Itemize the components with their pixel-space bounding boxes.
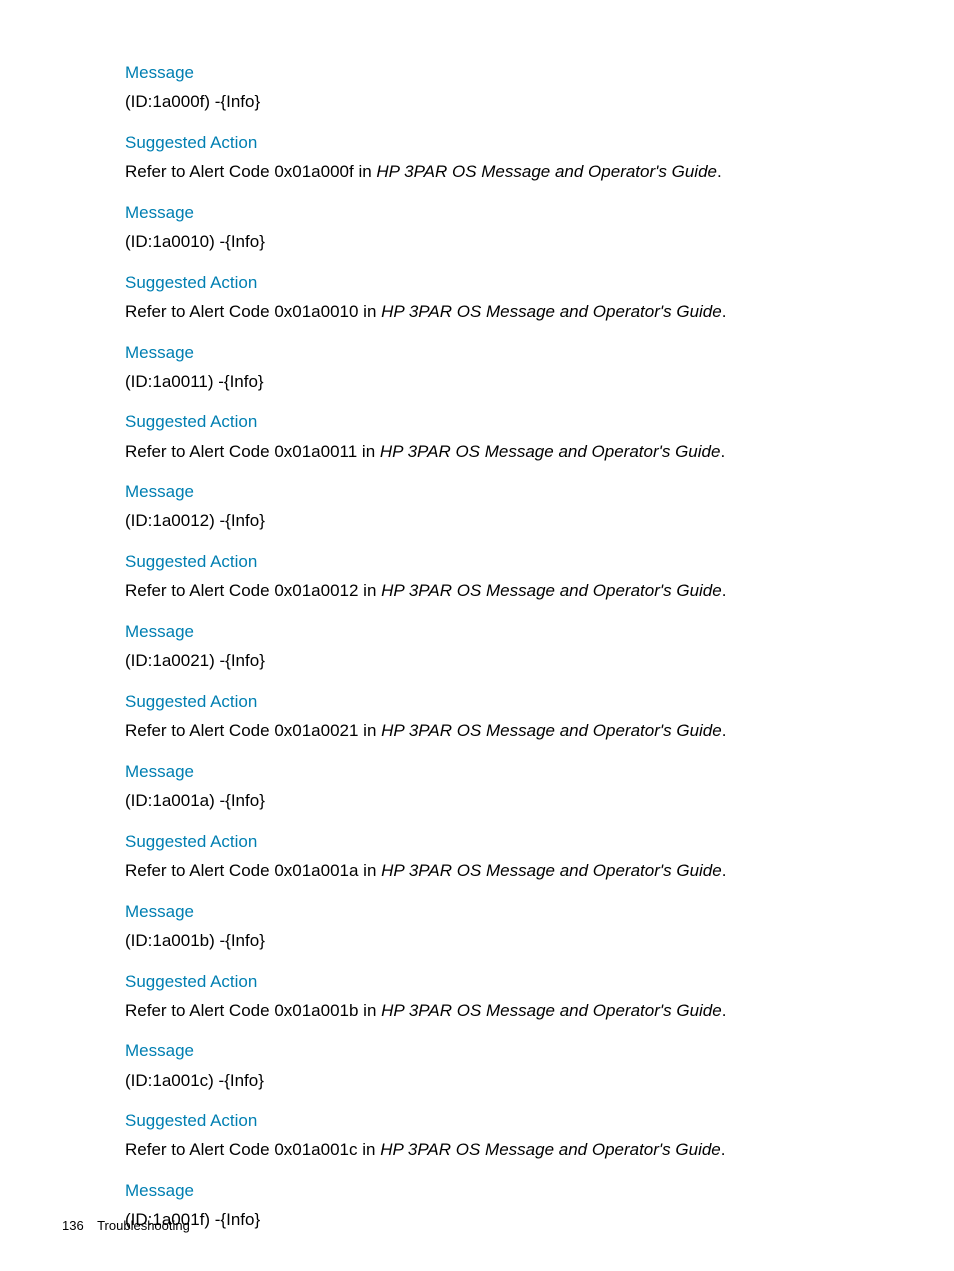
- guide-title: HP 3PAR OS Message and Operator's Guide: [380, 442, 721, 461]
- refer-prefix: Refer to Alert Code: [125, 581, 274, 600]
- refer-mid: in: [358, 302, 381, 321]
- message-body: (ID:1a000f) -{Info}: [125, 90, 894, 114]
- message-body: (ID:1a001b) -{Info}: [125, 929, 894, 953]
- guide-title: HP 3PAR OS Message and Operator's Guide: [381, 721, 722, 740]
- suggested-action-heading: Suggested Action: [125, 272, 894, 294]
- guide-title: HP 3PAR OS Message and Operator's Guide: [376, 162, 717, 181]
- message-body: (ID:1a001a) -{Info}: [125, 789, 894, 813]
- refer-prefix: Refer to Alert Code: [125, 1001, 274, 1020]
- message-heading: Message: [125, 901, 894, 923]
- alert-code: 0x01a001b: [274, 1001, 358, 1020]
- message-body: (ID:1a001c) -{Info}: [125, 1069, 894, 1093]
- suggested-action-heading: Suggested Action: [125, 551, 894, 573]
- message-body: (ID:1a0011) -{Info}: [125, 370, 894, 394]
- alert-code: 0x01a001a: [274, 861, 358, 880]
- message-body: (ID:1a001f) -{Info}: [125, 1208, 894, 1232]
- message-body: (ID:1a0012) -{Info}: [125, 509, 894, 533]
- guide-title: HP 3PAR OS Message and Operator's Guide: [381, 302, 722, 321]
- suggested-action-body: Refer to Alert Code 0x01a0010 in HP 3PAR…: [125, 300, 894, 324]
- page-number: 136: [62, 1218, 84, 1233]
- refer-mid: in: [357, 442, 380, 461]
- suggested-action-body: Refer to Alert Code 0x01a0012 in HP 3PAR…: [125, 579, 894, 603]
- refer-mid: in: [358, 1001, 381, 1020]
- refer-prefix: Refer to Alert Code: [125, 1140, 274, 1159]
- period: .: [722, 721, 727, 740]
- message-heading: Message: [125, 621, 894, 643]
- refer-prefix: Refer to Alert Code: [125, 721, 274, 740]
- refer-mid: in: [358, 581, 381, 600]
- suggested-action-body: Refer to Alert Code 0x01a000f in HP 3PAR…: [125, 160, 894, 184]
- period: .: [717, 162, 722, 181]
- refer-mid: in: [358, 861, 381, 880]
- section-title: Troubleshooting: [97, 1218, 190, 1233]
- guide-title: HP 3PAR OS Message and Operator's Guide: [380, 1140, 721, 1159]
- suggested-action-heading: Suggested Action: [125, 1110, 894, 1132]
- suggested-action-heading: Suggested Action: [125, 971, 894, 993]
- alert-code: 0x01a0021: [274, 721, 358, 740]
- suggested-action-heading: Suggested Action: [125, 411, 894, 433]
- refer-prefix: Refer to Alert Code: [125, 861, 274, 880]
- alert-code: 0x01a000f: [274, 162, 353, 181]
- document-page: Message (ID:1a000f) -{Info} Suggested Acti…: [0, 0, 954, 1232]
- suggested-action-heading: Suggested Action: [125, 831, 894, 853]
- guide-title: HP 3PAR OS Message and Operator's Guide: [381, 861, 722, 880]
- period: .: [722, 581, 727, 600]
- message-heading: Message: [125, 62, 894, 84]
- message-body: (ID:1a0010) -{Info}: [125, 230, 894, 254]
- refer-prefix: Refer to Alert Code: [125, 442, 274, 461]
- message-heading: Message: [125, 342, 894, 364]
- suggested-action-body: Refer to Alert Code 0x01a001c in HP 3PAR…: [125, 1138, 894, 1162]
- suggested-action-heading: Suggested Action: [125, 132, 894, 154]
- refer-mid: in: [358, 721, 381, 740]
- alert-code: 0x01a001c: [274, 1140, 357, 1159]
- period: .: [722, 1001, 727, 1020]
- period: .: [722, 861, 727, 880]
- message-heading: Message: [125, 1180, 894, 1202]
- suggested-action-heading: Suggested Action: [125, 691, 894, 713]
- alert-code: 0x01a0012: [274, 581, 358, 600]
- suggested-action-body: Refer to Alert Code 0x01a001b in HP 3PAR…: [125, 999, 894, 1023]
- message-heading: Message: [125, 202, 894, 224]
- guide-title: HP 3PAR OS Message and Operator's Guide: [381, 581, 722, 600]
- message-heading: Message: [125, 1040, 894, 1062]
- suggested-action-body: Refer to Alert Code 0x01a0021 in HP 3PAR…: [125, 719, 894, 743]
- refer-mid: in: [358, 1140, 381, 1159]
- page-footer: 136 Troubleshooting: [62, 1218, 190, 1233]
- refer-mid: in: [354, 162, 377, 181]
- suggested-action-body: Refer to Alert Code 0x01a001a in HP 3PAR…: [125, 859, 894, 883]
- alert-code: 0x01a0010: [274, 302, 358, 321]
- guide-title: HP 3PAR OS Message and Operator's Guide: [381, 1001, 722, 1020]
- alert-code: 0x01a0011: [274, 442, 357, 461]
- refer-prefix: Refer to Alert Code: [125, 162, 274, 181]
- message-heading: Message: [125, 761, 894, 783]
- period: .: [720, 442, 725, 461]
- period: .: [722, 302, 727, 321]
- period: .: [721, 1140, 726, 1159]
- refer-prefix: Refer to Alert Code: [125, 302, 274, 321]
- message-heading: Message: [125, 481, 894, 503]
- message-body: (ID:1a0021) -{Info}: [125, 649, 894, 673]
- suggested-action-body: Refer to Alert Code 0x01a0011 in HP 3PAR…: [125, 440, 894, 464]
